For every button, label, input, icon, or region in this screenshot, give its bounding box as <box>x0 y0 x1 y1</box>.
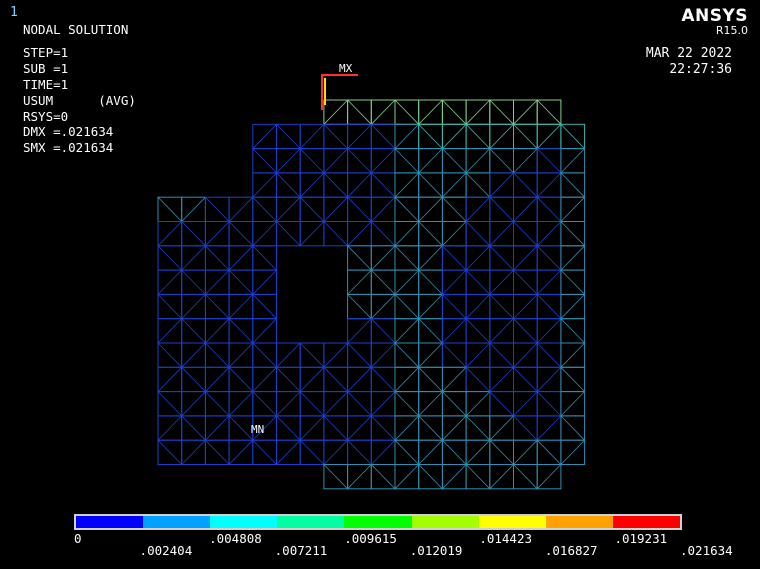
legend-swatch-2 <box>210 516 278 528</box>
legend-swatch-1 <box>143 516 211 528</box>
legend-tick-bottom-1: .007211 <box>274 543 328 558</box>
legend-tick-bottom-2: .012019 <box>409 543 463 558</box>
legend-swatch-6 <box>478 516 546 528</box>
legend-swatch-5 <box>411 516 479 528</box>
legend-tick-top-0: 0 <box>74 531 82 546</box>
contour-legend-bar <box>74 514 682 530</box>
legend-tick-bottom-4: .021634 <box>680 543 733 558</box>
legend-tick-top-2: .009615 <box>344 531 397 546</box>
max-marker: MX <box>339 62 353 75</box>
legend-tick-top-3: .014423 <box>479 531 533 546</box>
legend-tick-top-4: .019231 <box>614 531 668 546</box>
legend-swatch-8 <box>612 516 680 528</box>
legend-swatch-0 <box>76 516 144 528</box>
legend-tick-bottom-0: .002404 <box>139 543 193 558</box>
legend-tick-bottom-3: .016827 <box>544 543 598 558</box>
mesh-lines <box>157 99 586 490</box>
legend-tick-top-1: .004808 <box>209 531 262 546</box>
legend-swatch-4 <box>344 516 412 528</box>
legend-swatch-3 <box>277 516 345 528</box>
mesh-plot <box>157 74 586 490</box>
legend-swatch-7 <box>545 516 613 528</box>
min-marker: MN <box>251 423 265 436</box>
